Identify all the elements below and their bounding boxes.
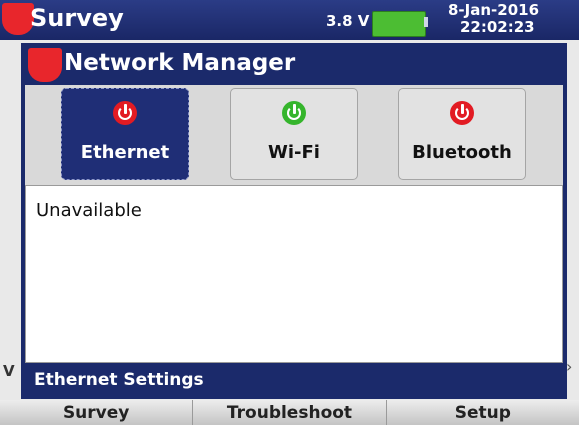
ethernet-settings-label: Ethernet Settings: [34, 370, 204, 390]
battery-tip: [424, 17, 428, 27]
status-panel: Unavailable: [25, 185, 563, 363]
power-icon: [113, 101, 137, 125]
wifi-label: Wi-Fi: [268, 142, 320, 163]
brand-logo-icon: [28, 48, 62, 82]
dialog-title: Network Manager: [64, 50, 296, 76]
power-icon: [450, 101, 474, 125]
app-header: Survey 3.8 V 8-Jan-2016 22:02:23: [0, 0, 579, 40]
wifi-button[interactable]: Wi-Fi: [230, 88, 358, 180]
battery-icon: [372, 11, 426, 37]
ethernet-label: Ethernet: [80, 142, 170, 163]
setup-softkey[interactable]: Setup: [385, 400, 579, 425]
app-title: Survey: [30, 4, 124, 32]
date-display: 8-Jan-2016: [448, 1, 540, 19]
survey-softkey[interactable]: Survey: [0, 400, 193, 425]
softkey-bar: Survey Troubleshoot Setup: [0, 400, 579, 425]
network-manager-dialog: Network Manager Ethernet Wi-Fi Bluetooth…: [21, 43, 567, 399]
status-text: Unavailable: [36, 200, 142, 221]
troubleshoot-softkey[interactable]: Troubleshoot: [192, 400, 386, 425]
ethernet-settings-bar[interactable]: Ethernet Settings: [21, 367, 567, 393]
bluetooth-label: Bluetooth: [412, 142, 512, 163]
interface-button-row: Ethernet Wi-Fi Bluetooth: [25, 85, 563, 185]
partial-label: V: [3, 362, 15, 380]
bluetooth-button[interactable]: Bluetooth: [398, 88, 526, 180]
time-display: 22:02:23: [460, 18, 535, 36]
battery-voltage: 3.8 V: [326, 12, 370, 30]
ethernet-button[interactable]: Ethernet: [61, 88, 189, 180]
power-icon: [282, 101, 306, 125]
